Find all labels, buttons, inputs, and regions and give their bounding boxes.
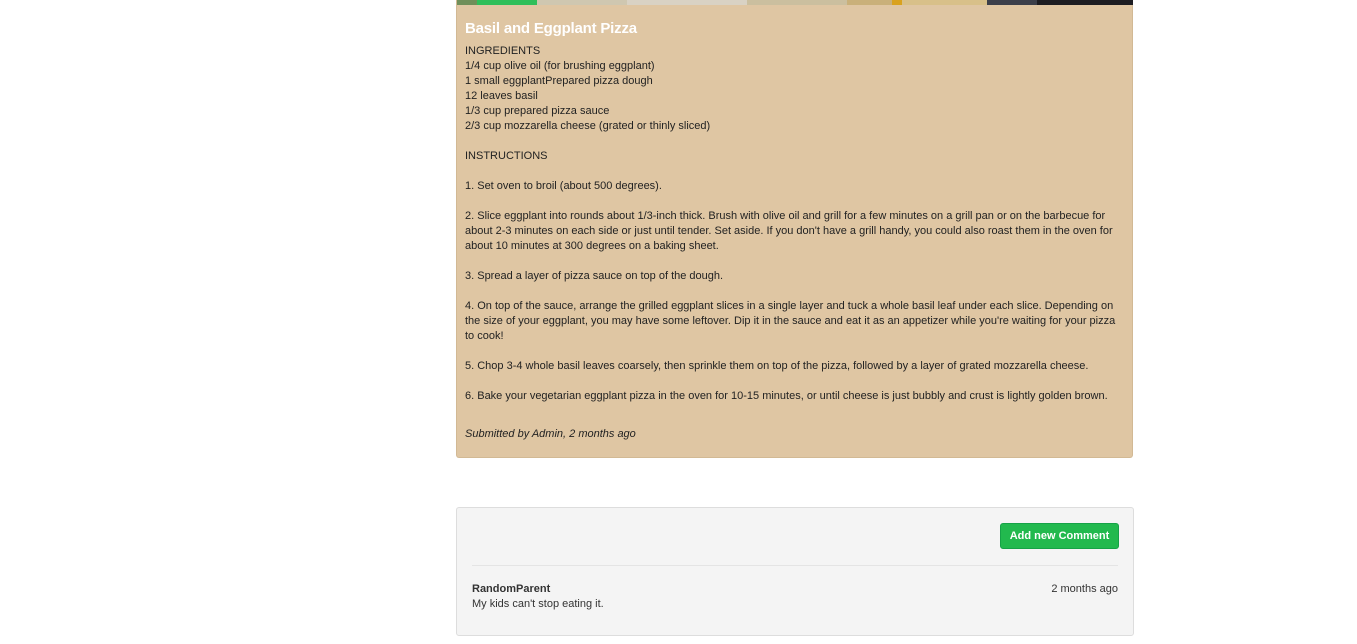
comments-panel: Add new Comment RandomParent 2 months ag… <box>456 507 1134 636</box>
comment-author: RandomParent <box>472 583 551 595</box>
recipe-photo <box>457 0 1133 5</box>
submitted-by: Submitted by Admin, 2 months ago <box>465 428 636 440</box>
recipe-text: INGREDIENTS 1/4 cup olive oil (for brush… <box>465 45 1116 402</box>
recipe-card: Basil and Eggplant Pizza INGREDIENTS 1/4… <box>456 0 1133 458</box>
recipe-title: Basil and Eggplant Pizza <box>465 20 637 37</box>
add-comment-button[interactable]: Add new Comment <box>1000 523 1119 549</box>
comment-divider <box>472 565 1118 566</box>
comment-text: My kids can't stop eating it. <box>472 598 604 610</box>
comment-timestamp: 2 months ago <box>1051 583 1118 595</box>
